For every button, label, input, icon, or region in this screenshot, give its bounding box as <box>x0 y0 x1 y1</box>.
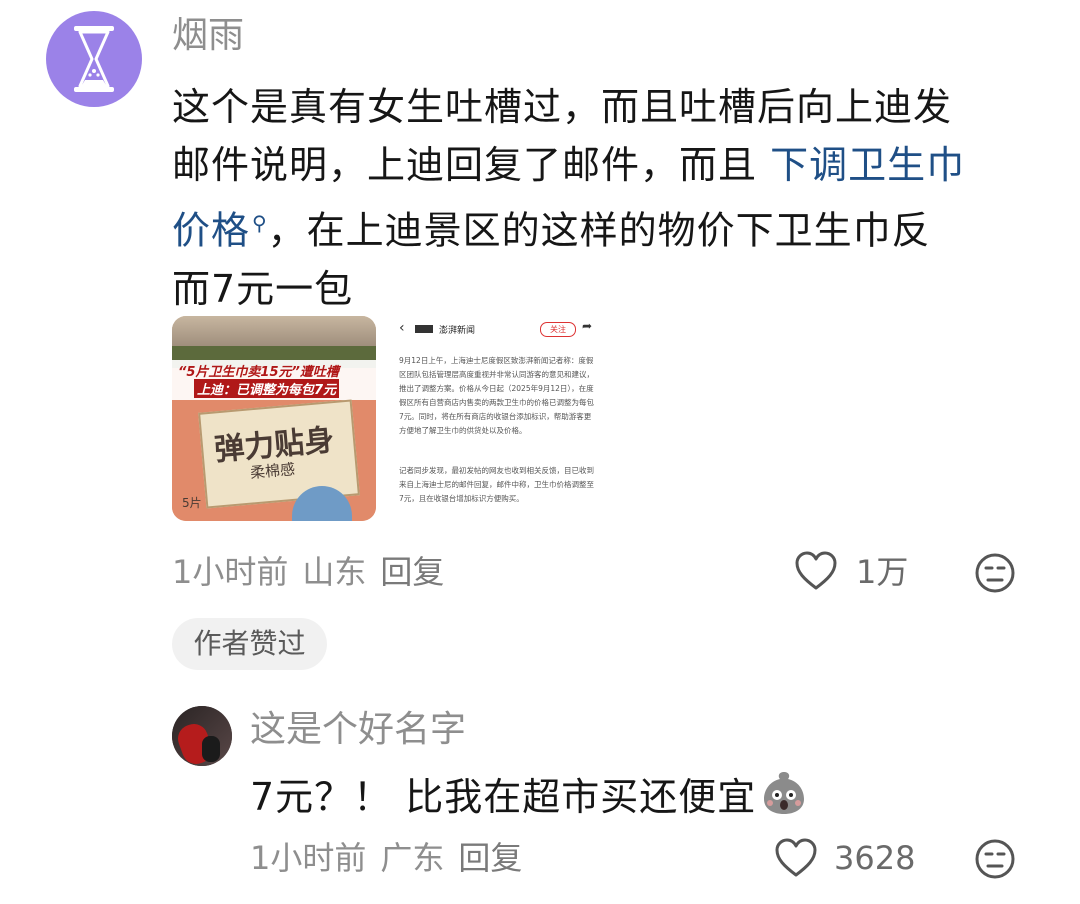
heart-icon[interactable] <box>794 550 840 594</box>
like-count: 3628 <box>834 839 916 877</box>
comment-meta: 1小时前 山东 回复 <box>172 552 458 592</box>
search-link[interactable]: 价格 <box>172 209 250 253</box>
comment-line: 价格 ⚲，在上迪景区的这样的物价下卫生巾反 <box>172 194 1032 260</box>
image-headline: “5片卫生巾卖15元”遭吐槽 <box>178 365 339 380</box>
location: 山东 <box>302 553 367 591</box>
article-paragraph: 记者同步发现，最初发帖的网友也收到相关反馈，目已收到来自上海迪士尼的邮件回复，邮… <box>399 466 594 503</box>
article-paragraph: 9月12日上午，上海迪士尼度假区致澎湃新闻记者称：度假区团队包括管理层高度重视并… <box>399 356 594 435</box>
comment-text-segment: ，在上迪景区的这样的物价下卫生巾反 <box>267 208 931 253</box>
comment-meta: 1小时前 广东 回复 <box>250 838 536 878</box>
like-count: 1万 <box>856 553 909 591</box>
username[interactable]: 烟雨 <box>172 12 244 60</box>
back-icon: ‹ <box>399 320 405 336</box>
search-icon[interactable]: ⚲ <box>252 194 268 252</box>
avatar[interactable] <box>172 706 232 766</box>
product-count: 5片 <box>182 496 202 510</box>
username[interactable]: 这是个好名字 <box>250 706 466 754</box>
search-link[interactable]: 下调卫生巾 <box>770 143 965 187</box>
comment-line: 这个是真有女生吐槽过，而且吐槽后向上迪发 <box>172 85 953 129</box>
dislike-face-icon[interactable] <box>974 552 1016 594</box>
share-icon: ➦ <box>582 319 593 333</box>
comment-text-segment: 7元？！ 比我在超市买还便宜 <box>250 775 757 819</box>
location: 广东 <box>380 839 445 877</box>
follow-button: 关注 <box>540 322 576 337</box>
image-headline: 上迪：已调整为每包7元 <box>194 379 340 398</box>
avatar[interactable] <box>46 11 142 107</box>
dislike-face-icon[interactable] <box>974 838 1016 880</box>
heart-icon[interactable] <box>774 837 820 881</box>
comment-image-product[interactable]: “5片卫生巾卖15元”遭吐槽 上迪：已调整为每包7元 弹力贴身 柔棉感 5片 <box>172 316 376 521</box>
hourglass-icon <box>74 26 114 92</box>
comment-text-segment: 邮件说明，上迪回复了邮件，而且 <box>172 143 771 187</box>
reply-button[interactable]: 回复 <box>458 839 522 877</box>
comment-text: 这个是真有女生吐槽过，而且吐槽后向上迪发 邮件说明，上迪回复了邮件，而且 下调卫… <box>172 78 1032 318</box>
comment-line: 邮件说明，上迪回复了邮件，而且 下调卫生巾 <box>172 136 1032 194</box>
comment-line: 而7元一包 <box>172 266 354 311</box>
shocked-sticker-icon <box>760 768 808 831</box>
timestamp: 1小时前 <box>172 553 289 591</box>
article-source: 澎湃新闻 <box>439 326 476 336</box>
comment-text: 7元？！ 比我在超市买还便宜 <box>250 768 808 831</box>
author-liked-badge: 作者赞过 <box>172 618 327 670</box>
product-subtitle: 柔棉感 <box>249 460 296 482</box>
timestamp: 1小时前 <box>250 839 367 877</box>
comment-image-article[interactable]: ‹ 澎湃新闻 关注 ➦ 9月12日上午，上海迪士尼度假区致澎湃新闻记者称：度假区… <box>385 316 607 521</box>
article-logo <box>415 325 433 333</box>
reply-button[interactable]: 回复 <box>380 553 444 591</box>
